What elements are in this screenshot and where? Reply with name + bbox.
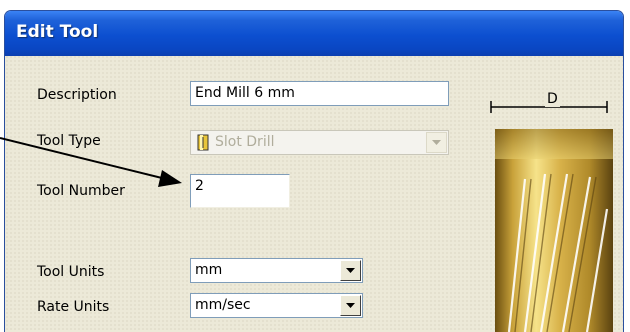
- tool-units-value: mm: [195, 262, 223, 278]
- description-field[interactable]: End Mill 6 mm: [190, 81, 449, 106]
- diameter-label: D: [545, 91, 560, 107]
- title-bar[interactable]: Edit Tool: [5, 11, 623, 56]
- rate-units-label: Rate Units: [37, 299, 110, 315]
- tool-type-select[interactable]: Slot Drill: [190, 130, 449, 155]
- tool-units-label: Tool Units: [37, 264, 105, 280]
- tool-type-label: Tool Type: [37, 133, 101, 149]
- slot-drill-icon: [197, 134, 209, 156]
- rate-units-select[interactable]: mm/sec: [190, 293, 363, 318]
- tool-units-select[interactable]: mm: [190, 258, 363, 283]
- dropdown-arrow-icon[interactable]: [340, 295, 361, 316]
- diameter-dimension: D: [489, 91, 609, 115]
- edit-tool-dialog: Edit Tool Description End Mill 6 mm Tool…: [4, 10, 624, 332]
- dropdown-arrow-icon[interactable]: [426, 132, 447, 153]
- description-label: Description: [37, 87, 117, 103]
- tool-number-field[interactable]: 2: [190, 174, 290, 208]
- dialog-title: Edit Tool: [16, 22, 99, 42]
- dropdown-arrow-icon[interactable]: [340, 260, 361, 281]
- tool-type-value: Slot Drill: [215, 134, 275, 150]
- end-mill-image: [495, 129, 613, 332]
- rate-units-value: mm/sec: [195, 297, 251, 313]
- tool-number-label: Tool Number: [37, 183, 125, 199]
